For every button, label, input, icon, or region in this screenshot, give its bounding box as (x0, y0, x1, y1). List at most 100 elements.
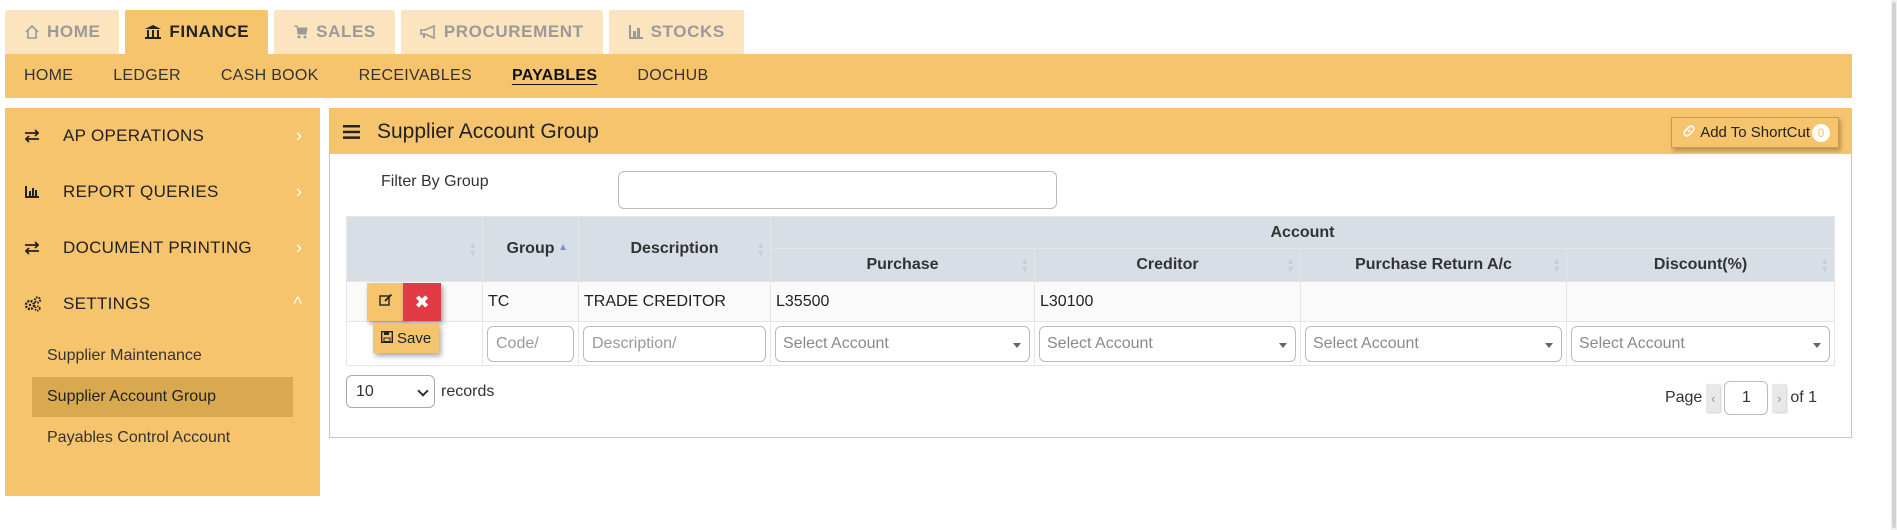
tab-label: PROCUREMENT (443, 22, 584, 41)
page-count-label: of 1 (1790, 389, 1817, 406)
discount-header-label: Discount(%) (1653, 256, 1748, 273)
add-to-shortcut-button[interactable]: Add To ShortCut 0 (1671, 117, 1839, 148)
tab-stocks[interactable]: STOCKS (608, 10, 744, 54)
chevron-right-icon: › (296, 125, 302, 146)
shortcut-label: Add To ShortCut (1700, 124, 1810, 141)
subnav-home[interactable]: HOME (24, 67, 73, 85)
save-button[interactable]: Save (373, 324, 440, 353)
panel-header: Supplier Account Group Add To ShortCut 0 (330, 109, 1851, 154)
cogs-icon (24, 296, 44, 312)
finance-sub-nav: HOME LEDGER CASH BOOK RECEIVABLES PAYABL… (5, 54, 1852, 98)
shortcut-count-badge: 0 (1812, 123, 1830, 142)
bank-icon (144, 24, 162, 40)
group-column-header[interactable]: Group ▲ (482, 216, 579, 282)
purchase-column-header[interactable]: Purchase ▲ ▼ (770, 248, 1035, 282)
sidebar-subitem-payables-control-account[interactable]: Payables Control Account (32, 418, 293, 458)
settings-submenu: Supplier Maintenance Supplier Account Gr… (5, 332, 320, 458)
next-page-button[interactable]: › (1772, 384, 1787, 412)
sort-icon: ▲ ▼ (756, 240, 765, 258)
tab-home[interactable]: HOME (5, 10, 120, 54)
creditor-cell: L30100 (1034, 281, 1301, 322)
sidebar-item-label: AP OPERATIONS (63, 126, 205, 145)
tab-label: FINANCE (169, 22, 250, 41)
row-actions-cell: ✖ (346, 281, 483, 322)
records-per-page-select[interactable]: 10 (346, 375, 435, 408)
sidebar-item-label: SETTINGS (63, 294, 151, 313)
records-per-page: 10 records (346, 375, 494, 408)
purchase-header-label: Purchase (866, 256, 939, 273)
exchange-icon (24, 129, 44, 143)
purchase-cell: L35500 (770, 281, 1035, 322)
purchase-return-cell (1300, 281, 1567, 322)
new-entry-row: Save Code/ Description/ Select Account S… (346, 321, 1835, 366)
bar-chart-icon (24, 185, 44, 199)
sidebar-item-label: DOCUMENT PRINTING (63, 238, 252, 257)
pagination: Page ‹ 1 › of 1 (1665, 381, 1817, 415)
purchase-account-select[interactable]: Select Account (775, 325, 1030, 362)
tab-label: SALES (316, 22, 376, 41)
account-group-header: Account (770, 216, 1835, 249)
sidebar-item-document-printing[interactable]: DOCUMENT PRINTING › (5, 220, 320, 276)
cart-icon (293, 24, 309, 40)
description-column-header[interactable]: Description ▲ ▼ (578, 216, 771, 282)
account-group-grid: ▲ ▼ Group ▲ Description ▲ ▼ Account Purchase… (346, 216, 1835, 366)
new-group-cell: Code/ (482, 321, 579, 366)
prev-page-button[interactable]: ‹ (1706, 384, 1721, 412)
creditor-account-select[interactable]: Select Account (1039, 325, 1296, 362)
module-tabs: HOME FINANCE SALES PROCUREMENT STOCKS (5, 10, 744, 54)
subnav-dochub[interactable]: DOCHUB (637, 67, 708, 85)
edit-row-button[interactable] (367, 283, 405, 321)
hamburger-menu-icon[interactable] (343, 124, 360, 139)
discount-column-header[interactable]: Discount(%) ▲ ▼ (1566, 248, 1835, 282)
discount-cell (1566, 281, 1835, 322)
purchase-return-account-select[interactable]: Select Account (1305, 325, 1562, 362)
group-header-label: Group (506, 240, 555, 257)
filter-by-group-input[interactable] (618, 171, 1057, 209)
code-input[interactable]: Code/ (487, 325, 574, 362)
sidebar-item-ap-operations[interactable]: AP OPERATIONS › (5, 108, 320, 164)
bar-chart-icon (628, 24, 644, 40)
sidebar-subitem-supplier-maintenance[interactable]: Supplier Maintenance (32, 336, 293, 376)
tab-finance[interactable]: FINANCE (125, 10, 269, 54)
new-purchase-cell: Select Account (770, 321, 1035, 366)
page-number-input[interactable]: 1 (1724, 381, 1769, 415)
subnav-cash-book[interactable]: CASH BOOK (221, 67, 319, 85)
tab-procurement[interactable]: PROCUREMENT (400, 10, 603, 54)
creditor-column-header[interactable]: Creditor ▲ ▼ (1034, 248, 1301, 282)
tab-sales[interactable]: SALES (274, 10, 395, 54)
bullhorn-icon (420, 24, 437, 40)
purchase-return-header-label: Purchase Return A/c (1355, 256, 1512, 273)
discount-account-select[interactable]: Select Account (1571, 325, 1830, 362)
sidebar-item-report-queries[interactable]: REPORT QUERIES › (5, 164, 320, 220)
new-purchase-return-cell: Select Account (1300, 321, 1567, 366)
supplier-account-group-panel: Supplier Account Group Add To ShortCut 0… (329, 108, 1852, 438)
records-label: records (441, 382, 495, 400)
description-input[interactable]: Description/ (583, 325, 766, 362)
exchange-icon (24, 241, 44, 255)
purchase-return-column-header[interactable]: Purchase Return A/c ▲ ▼ (1300, 248, 1567, 282)
subnav-payables[interactable]: PAYABLES (512, 67, 597, 85)
page-title: Supplier Account Group (377, 119, 599, 143)
save-icon (380, 330, 394, 347)
new-row-actions-cell: Save (346, 321, 483, 366)
new-creditor-cell: Select Account (1034, 321, 1301, 366)
subnav-ledger[interactable]: LEDGER (113, 67, 181, 85)
sort-icon: ▲ ▼ (1286, 256, 1295, 274)
table-row[interactable]: ✖ TC TRADE CREDITOR L35500 L30100 (346, 281, 1835, 322)
sort-icon: ▲ ▼ (1820, 256, 1829, 274)
description-header-label: Description (630, 240, 719, 257)
sort-icon: ▲ ▼ (1552, 256, 1561, 274)
tab-label: HOME (47, 22, 101, 41)
scrollbar-thumb[interactable] (1892, 2, 1896, 528)
actions-column-header: ▲ ▼ (346, 216, 483, 282)
home-icon (24, 24, 40, 40)
delete-row-button[interactable]: ✖ (403, 283, 441, 321)
sort-ascending-icon: ▲ (558, 241, 568, 253)
sort-icon: ▲ ▼ (1020, 256, 1029, 274)
sidebar-item-label: REPORT QUERIES (63, 182, 219, 201)
sidebar-subitem-supplier-account-group[interactable]: Supplier Account Group (32, 377, 293, 417)
vertical-scrollbar[interactable] (1891, 0, 1897, 530)
subnav-receivables[interactable]: RECEIVABLES (359, 67, 472, 85)
new-description-cell: Description/ (578, 321, 771, 366)
sidebar-item-settings[interactable]: SETTINGS ^ (5, 276, 320, 332)
